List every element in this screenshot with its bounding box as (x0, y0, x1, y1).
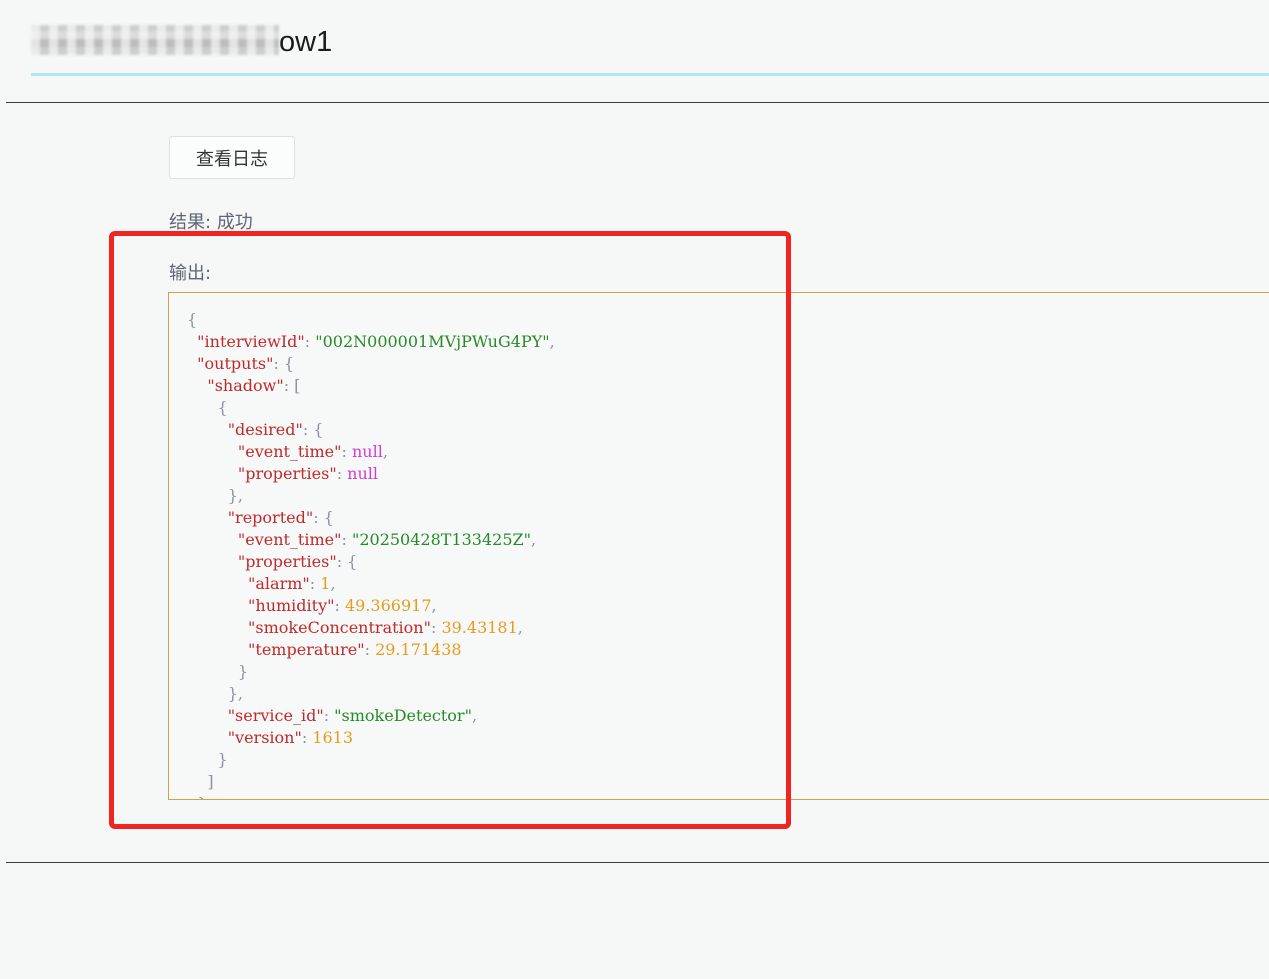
result-label: 结果: (169, 212, 212, 233)
redacted-title-part (31, 25, 279, 55)
page-title: ow1 (31, 22, 332, 62)
json-interviewId: 002N000001MVjPWuG4PY (322, 332, 543, 351)
json-temperature: 29.171438 (375, 640, 462, 659)
json-version: 1613 (312, 728, 354, 747)
output-box[interactable]: { "interviewId": "002N000001MVjPWuG4PY",… (168, 292, 1269, 800)
json-service-id: smokeDetector (341, 706, 465, 725)
divider-bottom (6, 862, 1269, 863)
output-label: 输出: (169, 263, 212, 284)
json-smoke-concentration: 39.43181 (441, 618, 518, 637)
divider-top (6, 102, 1269, 103)
output-json: { "interviewId": "002N000001MVjPWuG4PY",… (187, 310, 555, 799)
page: ow1 查看日志 结果: 成功 输出: { "interviewId": "00… (0, 0, 1269, 979)
result-line: 结果: 成功 (169, 210, 253, 236)
view-log-button[interactable]: 查看日志 (169, 136, 295, 179)
result-value: 成功 (216, 212, 253, 233)
page-title-suffix: ow1 (279, 26, 333, 58)
json-desired-event-time: null (351, 442, 383, 461)
json-reported-event-time: 20250428T133425Z (359, 530, 524, 549)
json-desired-properties: null (347, 464, 379, 483)
json-alarm: 1 (320, 574, 331, 593)
json-humidity: 49.366917 (344, 596, 432, 615)
title-bar: ow1 (31, 22, 1269, 76)
